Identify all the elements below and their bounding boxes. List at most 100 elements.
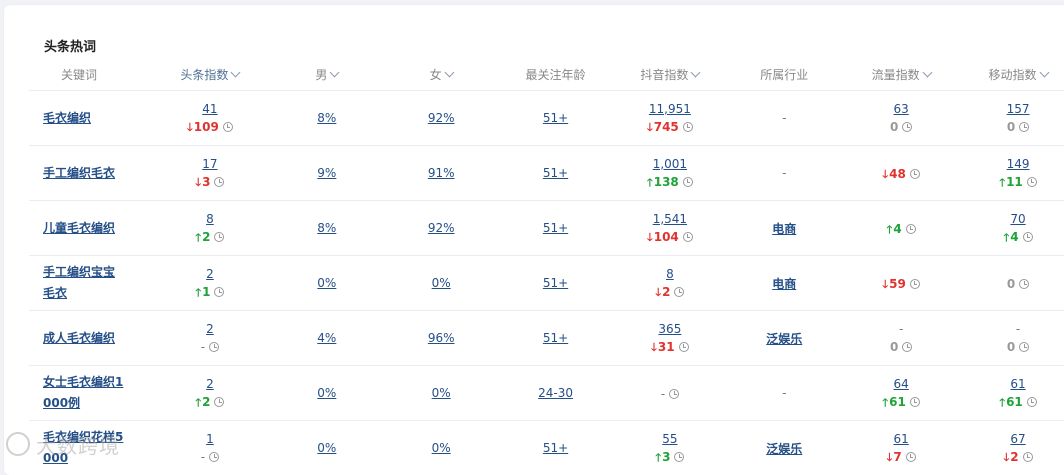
female-link[interactable]: 92%: [428, 221, 455, 235]
toutiao-index-value-link[interactable]: 2: [206, 377, 214, 391]
douyin-index-value-link[interactable]: 1,541: [653, 212, 687, 226]
arrow-up-icon: 🡑: [999, 396, 1005, 409]
clock-icon[interactable]: [214, 397, 224, 407]
toutiao-index-cell: 1-: [149, 421, 271, 475]
female-link[interactable]: 96%: [428, 331, 455, 345]
age-link[interactable]: 24-30: [538, 386, 573, 400]
clock-icon[interactable]: [674, 452, 684, 462]
clock-icon[interactable]: [1023, 232, 1033, 242]
clock-icon[interactable]: [674, 287, 684, 297]
clock-icon[interactable]: [214, 232, 224, 242]
mobile-index-value-link[interactable]: 149: [1007, 157, 1030, 171]
traffic-index-value-link[interactable]: 63: [893, 102, 908, 116]
male-link[interactable]: 4%: [317, 331, 336, 345]
toutiao-index-value-link[interactable]: 8: [206, 212, 214, 226]
clock-icon[interactable]: [679, 342, 689, 352]
toutiao-index-value-link[interactable]: 2: [206, 267, 214, 281]
clock-icon[interactable]: [902, 122, 912, 132]
clock-icon[interactable]: [683, 177, 693, 187]
age-cell: 51+: [500, 146, 612, 201]
column-header-male[interactable]: 男: [271, 59, 383, 91]
toutiao-index-change: -: [201, 340, 205, 354]
keyword-link[interactable]: 儿童毛衣编织: [43, 221, 115, 235]
female-link[interactable]: 0%: [432, 386, 451, 400]
keyword-link[interactable]: 毛衣编织: [43, 111, 91, 125]
clock-icon[interactable]: [209, 452, 219, 462]
column-header-douyin-index[interactable]: 抖音指数: [611, 59, 728, 91]
keyword-link[interactable]: 手工编织宝宝毛衣: [43, 265, 115, 300]
keyword-link[interactable]: 女士毛衣编织1000例: [43, 375, 123, 410]
arrow-down-icon: 🡓: [655, 286, 661, 299]
age-link[interactable]: 51+: [543, 276, 568, 290]
female-link[interactable]: 0%: [432, 276, 451, 290]
douyin-index-value-link[interactable]: 8: [666, 267, 674, 281]
traffic-index-value-link[interactable]: 61: [893, 432, 908, 446]
female-link[interactable]: 92%: [428, 111, 455, 125]
clock-icon[interactable]: [669, 389, 679, 399]
mobile-index-value-link[interactable]: 157: [1007, 102, 1030, 116]
clock-icon[interactable]: [214, 177, 224, 187]
clock-icon[interactable]: [1027, 397, 1037, 407]
female-cell: 0%: [383, 256, 500, 311]
clock-icon[interactable]: [1019, 342, 1029, 352]
age-link[interactable]: 51+: [543, 111, 568, 125]
clock-icon[interactable]: [910, 169, 920, 179]
clock-icon[interactable]: [902, 342, 912, 352]
toutiao-index-value-link[interactable]: 41: [202, 102, 217, 116]
clock-icon[interactable]: [1019, 122, 1029, 132]
douyin-index-value-link[interactable]: 365: [658, 322, 681, 336]
clock-icon[interactable]: [223, 122, 233, 132]
male-link[interactable]: 0%: [317, 386, 336, 400]
clock-icon[interactable]: [906, 452, 916, 462]
toutiao-index-value-link[interactable]: 1: [206, 432, 214, 446]
male-link[interactable]: 8%: [317, 111, 336, 125]
male-link[interactable]: 8%: [317, 221, 336, 235]
male-link[interactable]: 0%: [317, 276, 336, 290]
clock-icon[interactable]: [683, 122, 693, 132]
male-link[interactable]: 9%: [317, 166, 336, 180]
female-link[interactable]: 91%: [428, 166, 455, 180]
table-row: 女士毛衣编织1000例2🡑20%0%24-30--64🡑6161🡑61: [29, 366, 1064, 421]
douyin-index-value-link[interactable]: 55: [662, 432, 677, 446]
keyword-link[interactable]: 成人毛衣编织: [43, 331, 115, 345]
age-link[interactable]: 51+: [543, 166, 568, 180]
industry-link[interactable]: 泛娱乐: [766, 332, 802, 346]
clock-icon[interactable]: [209, 342, 219, 352]
column-header-female[interactable]: 女: [383, 59, 500, 91]
douyin-index-value-link[interactable]: 11,951: [649, 102, 691, 116]
toutiao-index-cell: 2-: [149, 311, 271, 366]
hot-keywords-table: 关键词 头条指数 男 女 最关注年龄 抖音指数 所属行业 流量指数 移动指数 毛…: [29, 59, 1064, 475]
keyword-link[interactable]: 手工编织毛衣: [43, 166, 115, 180]
age-cell: 51+: [500, 91, 612, 146]
clock-icon[interactable]: [1019, 279, 1029, 289]
traffic-index-value-link[interactable]: 64: [893, 377, 908, 391]
toutiao-index-value-link[interactable]: 17: [202, 157, 217, 171]
clock-icon[interactable]: [1023, 452, 1033, 462]
age-link[interactable]: 51+: [543, 441, 568, 455]
mobile-index-value-link[interactable]: 67: [1010, 432, 1025, 446]
douyin-index-change: 104: [654, 230, 679, 244]
industry-cell: 电商: [728, 201, 840, 256]
toutiao-index-change: 2: [202, 230, 210, 244]
column-header-toutiao-index[interactable]: 头条指数: [149, 59, 271, 91]
clock-icon[interactable]: [1027, 177, 1037, 187]
column-header-mobile-index[interactable]: 移动指数: [962, 59, 1064, 91]
column-header-traffic-index[interactable]: 流量指数: [840, 59, 962, 91]
douyin-index-value-link[interactable]: 1,001: [653, 157, 687, 171]
age-link[interactable]: 51+: [543, 221, 568, 235]
age-link[interactable]: 51+: [543, 331, 568, 345]
clock-icon[interactable]: [214, 287, 224, 297]
industry-link[interactable]: 电商: [772, 277, 796, 291]
clock-icon[interactable]: [910, 397, 920, 407]
female-link[interactable]: 0%: [432, 441, 451, 455]
mobile-index-value-link[interactable]: 61: [1010, 377, 1025, 391]
mobile-index-value-link[interactable]: 70: [1010, 212, 1025, 226]
industry-link[interactable]: 泛娱乐: [766, 442, 802, 456]
mobile-index-change: 0: [1007, 277, 1015, 291]
toutiao-index-value-link[interactable]: 2: [206, 322, 214, 336]
male-link[interactable]: 0%: [317, 441, 336, 455]
industry-link[interactable]: 电商: [772, 222, 796, 236]
clock-icon[interactable]: [906, 224, 916, 234]
clock-icon[interactable]: [683, 232, 693, 242]
clock-icon[interactable]: [910, 279, 920, 289]
